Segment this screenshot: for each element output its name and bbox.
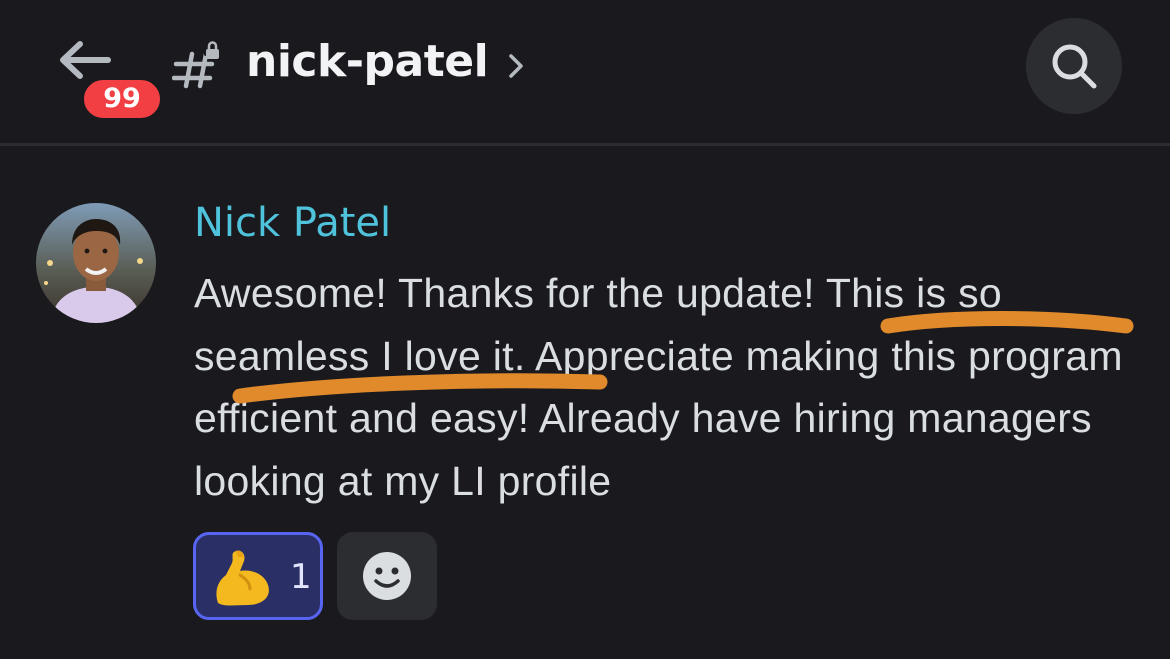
- add-reaction-button[interactable]: [337, 532, 437, 620]
- channel-header: 99 nick-patel: [0, 0, 1170, 146]
- reaction-flexed-biceps[interactable]: 1: [193, 532, 323, 620]
- message-text: Awesome! Thanks for the update! This is …: [194, 270, 1123, 504]
- avatar[interactable]: [36, 203, 156, 323]
- unread-badge: 99: [80, 76, 164, 122]
- hash-lock-icon: [172, 41, 220, 89]
- smiley-icon: [363, 552, 411, 600]
- chevron-right-icon[interactable]: [506, 52, 526, 80]
- avatar-photo: [36, 203, 156, 323]
- message-author[interactable]: Nick Patel: [194, 200, 391, 246]
- flexed-biceps-icon: [216, 550, 269, 606]
- reaction-count: 1: [290, 557, 312, 597]
- channel-name[interactable]: nick-patel: [246, 36, 489, 87]
- search-icon: [1052, 44, 1097, 89]
- search-button[interactable]: [1026, 18, 1122, 114]
